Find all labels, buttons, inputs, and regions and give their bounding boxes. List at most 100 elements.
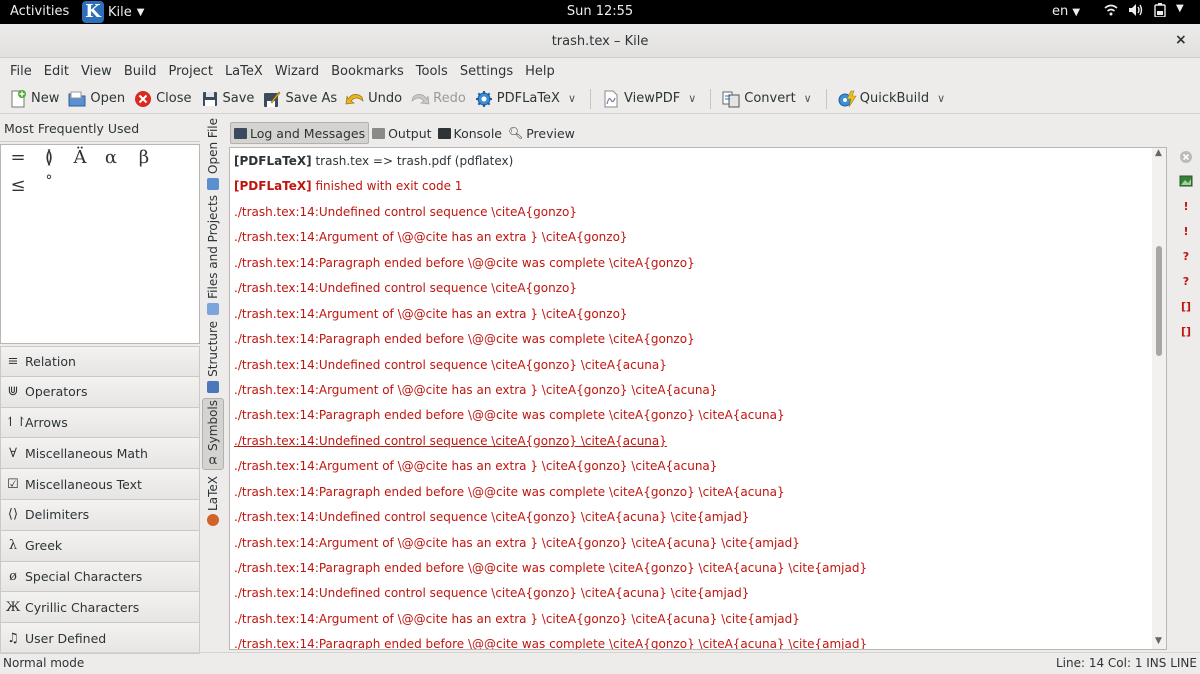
- quickbuild-button[interactable]: QuickBuild: [833, 86, 933, 112]
- log-error-line[interactable]: ./trash.tex:14:Undefined control sequenc…: [234, 356, 1150, 381]
- log-error-line[interactable]: ./trash.tex:14:Paragraph ended before \@…: [234, 254, 1150, 279]
- warning-icon[interactable]: ?: [1176, 250, 1196, 275]
- system-tray[interactable]: ▼: [1104, 3, 1184, 21]
- symbol-group-header[interactable]: Most Frequently Used: [0, 116, 200, 142]
- tab-files-and-projects[interactable]: Files and Projects: [202, 194, 224, 316]
- clear-log-icon[interactable]: [1176, 150, 1196, 175]
- log-error-line[interactable]: ./trash.tex:14:Argument of \@@cite has a…: [234, 457, 1150, 482]
- tab-log-and-messages[interactable]: Log and Messages: [230, 122, 370, 144]
- warning-icon[interactable]: ?: [1176, 275, 1196, 300]
- category-user-defined[interactable]: ♫ User Defined: [0, 623, 200, 654]
- menu-wizard[interactable]: Wizard: [269, 64, 325, 79]
- clock[interactable]: Sun 12:55: [567, 4, 633, 19]
- tab-structure[interactable]: Structure: [202, 318, 224, 396]
- tab-konsole[interactable]: Konsole: [435, 122, 505, 144]
- menu-build[interactable]: Build: [118, 64, 163, 79]
- scrollbar-thumb[interactable]: [1156, 246, 1162, 356]
- category-special-characters[interactable]: ø Special Characters: [0, 561, 200, 593]
- symbol-item[interactable]: =: [3, 147, 33, 168]
- close-icon[interactable]: ×: [1175, 32, 1187, 48]
- symbol-item[interactable]: α: [96, 147, 126, 168]
- category-label: Special Characters: [25, 568, 143, 584]
- menu-edit[interactable]: Edit: [38, 64, 75, 79]
- convert-dropdown-icon[interactable]: ∨: [800, 92, 820, 105]
- error-icon[interactable]: !: [1176, 200, 1196, 225]
- folder-open-icon: [67, 90, 87, 108]
- badbox-icon[interactable]: []: [1176, 300, 1196, 325]
- menu-help[interactable]: Help: [519, 64, 561, 79]
- save-button[interactable]: Save: [196, 86, 259, 112]
- log-messages-panel[interactable]: [PDFLaTeX] trash.tex => trash.pdf (pdfla…: [229, 147, 1167, 650]
- tab-symbols[interactable]: α Symbols: [202, 398, 224, 470]
- terminal-icon: [437, 127, 451, 139]
- pdflatex-button[interactable]: PDFLaTeX: [470, 86, 564, 112]
- log-error-line[interactable]: ./trash.tex:14:Paragraph ended before \@…: [234, 483, 1150, 508]
- log-error-line[interactable]: ./trash.tex:14:Paragraph ended before \@…: [234, 635, 1150, 649]
- new-button[interactable]: New: [4, 86, 63, 112]
- forall-icon: ∀: [9, 445, 17, 461]
- quickbuild-dropdown-icon[interactable]: ∨: [933, 92, 953, 105]
- symbol-item[interactable]: Ä: [65, 147, 95, 168]
- menu-latex[interactable]: LaTeX: [219, 64, 269, 79]
- menu-project[interactable]: Project: [162, 64, 218, 79]
- error-icon[interactable]: !: [1176, 225, 1196, 250]
- image-icon[interactable]: [1176, 175, 1196, 200]
- log-error-line[interactable]: ./trash.tex:14:Undefined control sequenc…: [234, 508, 1150, 533]
- tab-latex[interactable]: LaTeX: [202, 472, 224, 530]
- log-error-line-hovered[interactable]: ./trash.tex:14:Undefined control sequenc…: [234, 432, 1150, 457]
- category-operators[interactable]: ⋓ Operators: [0, 376, 200, 408]
- category-misc-text[interactable]: ☑ Miscellaneous Text: [0, 469, 200, 500]
- menu-view[interactable]: View: [75, 64, 118, 79]
- menu-file[interactable]: File: [4, 64, 38, 79]
- tab-preview[interactable]: 🔍︎ Preview: [505, 122, 578, 144]
- menu-bookmarks[interactable]: Bookmarks: [325, 64, 410, 79]
- category-relation[interactable]: ≡ Relation: [0, 346, 200, 377]
- viewpdf-button[interactable]: ViewPDF: [597, 86, 684, 112]
- category-greek[interactable]: λ Greek: [0, 530, 200, 562]
- symbol-item[interactable]: ≤: [3, 175, 33, 196]
- log-error-line[interactable]: ./trash.tex:14:Undefined control sequenc…: [234, 279, 1150, 304]
- pdflatex-dropdown-icon[interactable]: ∨: [564, 92, 584, 105]
- scroll-down-icon[interactable]: ▼: [1155, 636, 1162, 646]
- menu-bar: File Edit View Build Project LaTeX Wizar…: [0, 58, 1200, 84]
- tab-output[interactable]: Output: [369, 122, 434, 144]
- log-error-line[interactable]: ./trash.tex:14:Paragraph ended before \@…: [234, 559, 1150, 584]
- symbol-item[interactable]: °: [34, 173, 64, 189]
- category-cyrillic[interactable]: Ж Cyrillic Characters: [0, 592, 200, 624]
- viewpdf-dropdown-icon[interactable]: ∨: [684, 92, 704, 105]
- app-menu[interactable]: K Kile ▼: [82, 1, 144, 23]
- log-error-line[interactable]: ./trash.tex:14:Undefined control sequenc…: [234, 203, 1150, 228]
- undo-button[interactable]: Undo: [341, 86, 406, 112]
- log-error-line[interactable]: ./trash.tex:14:Argument of \@@cite has a…: [234, 228, 1150, 253]
- log-error-line[interactable]: ./trash.tex:14:Paragraph ended before \@…: [234, 330, 1150, 355]
- files-projects-icon: [207, 302, 219, 315]
- category-delimiters[interactable]: ⟨⟩ Delimiters: [0, 499, 200, 531]
- convert-button[interactable]: Convert: [717, 86, 799, 112]
- log-error-line[interactable]: ./trash.tex:14:Undefined control sequenc…: [234, 584, 1150, 609]
- main-toolbar: New Open Close Save Save As Undo Redo PD…: [0, 84, 1200, 114]
- symbol-item[interactable]: β: [129, 147, 159, 168]
- log-error-line[interactable]: ./trash.tex:14:Paragraph ended before \@…: [234, 406, 1150, 431]
- tab-open-file[interactable]: Open File: [202, 116, 224, 192]
- open-button[interactable]: Open: [63, 86, 129, 112]
- menu-tools[interactable]: Tools: [410, 64, 454, 79]
- log-line[interactable]: [PDFLaTeX] finished with exit code 1: [234, 177, 1150, 202]
- save-as-button[interactable]: Save As: [258, 86, 341, 112]
- log-error-line[interactable]: ./trash.tex:14:Argument of \@@cite has a…: [234, 305, 1150, 330]
- symbols-panel: Most Frequently Used = ≬ Ä α β ≤ ° ≡ Rela…: [0, 116, 200, 654]
- close-button[interactable]: Close: [129, 86, 195, 112]
- scroll-up-icon[interactable]: ▲: [1155, 148, 1162, 158]
- category-arrows[interactable]: ↿↾ Arrows: [0, 407, 200, 439]
- log-scrollbar[interactable]: ▲ ▼: [1152, 148, 1166, 649]
- menu-settings[interactable]: Settings: [454, 64, 519, 79]
- log-line[interactable]: [PDFLaTeX] trash.tex => trash.pdf (pdfla…: [234, 152, 1150, 177]
- log-error-line[interactable]: ./trash.tex:14:Argument of \@@cite has a…: [234, 534, 1150, 559]
- language-indicator[interactable]: en ▼: [1052, 4, 1080, 19]
- log-error-line[interactable]: ./trash.tex:14:Argument of \@@cite has a…: [234, 381, 1150, 406]
- activities-button[interactable]: Activities: [10, 4, 69, 19]
- redo-button[interactable]: Redo: [406, 86, 470, 112]
- category-misc-math[interactable]: ∀ Miscellaneous Math: [0, 438, 200, 470]
- symbol-item[interactable]: ≬: [34, 147, 64, 168]
- log-error-line[interactable]: ./trash.tex:14:Argument of \@@cite has a…: [234, 610, 1150, 635]
- badbox-icon[interactable]: []: [1176, 325, 1196, 350]
